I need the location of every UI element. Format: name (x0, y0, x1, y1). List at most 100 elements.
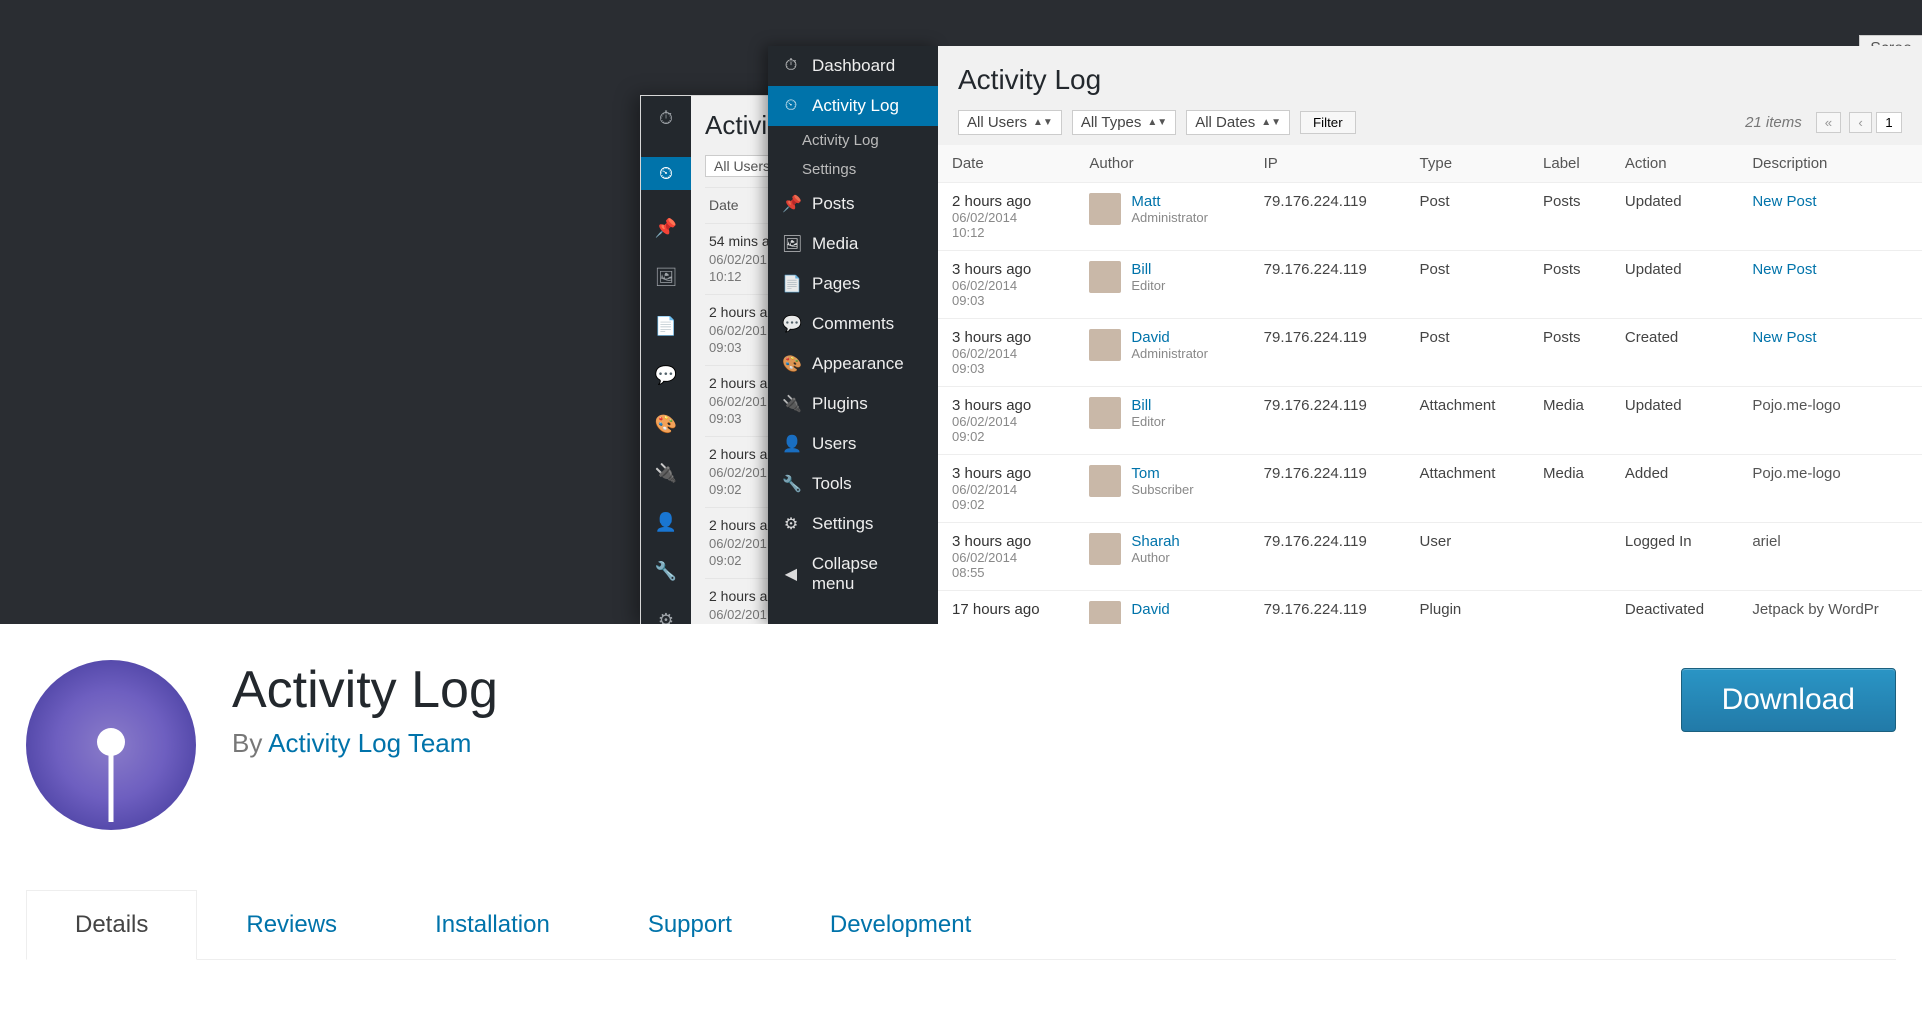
posts-icon: 📌 (782, 194, 800, 214)
filter-types-select[interactable]: All Types▲▼ (1072, 110, 1176, 135)
author-link[interactable]: Sharah (1131, 533, 1179, 550)
page-first-button[interactable]: « (1816, 112, 1841, 133)
avatar (1089, 397, 1121, 429)
tab-reviews[interactable]: Reviews (197, 890, 386, 959)
author-link[interactable]: Bill (1131, 397, 1151, 414)
author-link[interactable]: Tom (1131, 465, 1159, 482)
menu-label: Activity Log (812, 96, 899, 116)
description-link: Jetpack by WordPr (1752, 601, 1878, 618)
pagination: « ‹ (1812, 112, 1902, 133)
menu-label: Users (812, 434, 856, 454)
table-row: 3 hours ago06/02/201409:03 DavidAdminist… (938, 319, 1922, 387)
activity-log-icon: ⏲ (782, 97, 800, 115)
table-row: 3 hours ago06/02/201408:55 SharahAuthor … (938, 523, 1922, 591)
settings-icon: ⚙ (658, 610, 674, 624)
menu-label: Tools (812, 474, 852, 494)
tab-support[interactable]: Support (599, 890, 781, 959)
menu-item-activity-log[interactable]: ⏲ Activity Log (768, 86, 938, 126)
menu-item-users[interactable]: 👤 Users (768, 424, 938, 464)
plugin-tabs: DetailsReviewsInstallationSupportDevelop… (26, 890, 1896, 960)
tab-installation[interactable]: Installation (386, 890, 599, 959)
col-label[interactable]: Label (1529, 145, 1611, 183)
filter-users-select[interactable]: All Users▲▼ (958, 110, 1062, 135)
avatar (1089, 261, 1121, 293)
menu-label: Pages (812, 274, 860, 294)
col-action[interactable]: Action (1611, 145, 1738, 183)
plugin-header: Activity Log By Activity Log Team Downlo… (0, 624, 1922, 850)
description-link[interactable]: New Post (1752, 193, 1816, 210)
description-link: Pojo.me-logo (1752, 465, 1840, 482)
table-row: 3 hours ago06/02/201409:02 BillEditor 79… (938, 387, 1922, 455)
col-date[interactable]: Date (938, 145, 1075, 183)
activity-log-table: DateAuthorIPTypeLabelActionDescription 2… (938, 145, 1922, 624)
comments-icon: 💬 (782, 314, 800, 334)
menu-label: Appearance (812, 354, 904, 374)
tab-development[interactable]: Development (781, 890, 1020, 959)
author-link[interactable]: Bill (1131, 261, 1151, 278)
menu-item-comments[interactable]: 💬 Comments (768, 304, 938, 344)
hero-banner: Scree ⏱ ⏲ 📌 🖼 📄 💬 🎨 🔌 👤 🔧 ⚙ ◀ Activi All… (0, 0, 1922, 624)
table-row: 3 hours ago06/02/201409:03 BillEditor 79… (938, 251, 1922, 319)
download-button[interactable]: Download (1681, 668, 1896, 732)
author-link[interactable]: David (1131, 601, 1169, 618)
collapse-menu-icon: ◀ (782, 564, 800, 584)
settings-icon: ⚙ (782, 514, 800, 534)
back-sidebar: ⏱ ⏲ 📌 🖼 📄 💬 🎨 🔌 👤 🔧 ⚙ ◀ (641, 96, 691, 624)
page-prev-button[interactable]: ‹ (1849, 112, 1871, 133)
filter-dates-select[interactable]: All Dates▲▼ (1186, 110, 1290, 135)
col-type[interactable]: Type (1406, 145, 1529, 183)
menu-item-tools[interactable]: 🔧 Tools (768, 464, 938, 504)
menu-label: Settings (812, 514, 873, 534)
users-icon: 👤 (782, 434, 800, 454)
comments-icon: 💬 (655, 365, 677, 386)
menu-label: Media (812, 234, 858, 254)
admin-menu-flyout: ⏱Dashboard⏲Activity LogActivity LogSetti… (768, 46, 938, 624)
filter-button[interactable]: Filter (1300, 111, 1356, 134)
item-count: 21 items (1745, 114, 1802, 131)
avatar (1089, 465, 1121, 497)
table-row: 3 hours ago06/02/201409:02 TomSubscriber… (938, 455, 1922, 523)
menu-item-plugins[interactable]: 🔌Plugins (768, 384, 938, 424)
menu-item-dashboard[interactable]: ⏱Dashboard (768, 46, 938, 86)
menu-item-collapse-menu[interactable]: ◀ Collapse menu (768, 544, 938, 604)
dashboard-icon: ⏱ (659, 108, 673, 129)
dashboard-icon: ⏱ (782, 57, 800, 75)
posts-icon: 📌 (655, 218, 677, 239)
page-input[interactable] (1876, 112, 1902, 133)
appearance-icon: 🎨 (782, 354, 800, 374)
description-link[interactable]: New Post (1752, 329, 1816, 346)
menu-label: Collapse menu (812, 554, 924, 594)
menu-label: Posts (812, 194, 855, 214)
filter-toolbar: All Users▲▼ All Types▲▼ All Dates▲▼ Filt… (938, 110, 1922, 145)
menu-label: Comments (812, 314, 894, 334)
plugin-author-link[interactable]: Activity Log Team (268, 728, 471, 758)
avatar (1089, 193, 1121, 225)
tab-details[interactable]: Details (26, 890, 197, 960)
col-ip[interactable]: IP (1250, 145, 1406, 183)
tools-icon: 🔧 (782, 474, 800, 494)
menu-item-posts[interactable]: 📌 Posts (768, 184, 938, 224)
submenu-item[interactable]: Settings (768, 155, 938, 184)
pages-icon: 📄 (655, 316, 677, 337)
submenu-item[interactable]: Activity Log (768, 126, 938, 155)
menu-item-pages[interactable]: 📄 Pages (768, 264, 938, 304)
plugin-byline: By Activity Log Team (232, 728, 498, 759)
description-link[interactable]: New Post (1752, 261, 1816, 278)
plugin-title: Activity Log (232, 660, 498, 720)
plugin-icon (26, 660, 196, 830)
by-prefix: By (232, 728, 268, 758)
col-description[interactable]: Description (1738, 145, 1922, 183)
pages-icon: 📄 (782, 274, 800, 294)
author-link[interactable]: David (1131, 329, 1169, 346)
table-row: 17 hours ago David 79.176.224.119 Plugin… (938, 591, 1922, 625)
menu-item-settings[interactable]: ⚙ Settings (768, 504, 938, 544)
menu-label: Plugins (812, 394, 868, 414)
author-link[interactable]: Matt (1131, 193, 1160, 210)
avatar (1089, 329, 1121, 361)
menu-item-appearance[interactable]: 🎨 Appearance (768, 344, 938, 384)
media-icon: 🖼 (782, 234, 800, 254)
col-author[interactable]: Author (1075, 145, 1249, 183)
activity-log-window: Activity Log All Users▲▼ All Types▲▼ All… (938, 46, 1922, 624)
description-link: Pojo.me-logo (1752, 397, 1840, 414)
menu-item-media[interactable]: 🖼 Media (768, 224, 938, 264)
